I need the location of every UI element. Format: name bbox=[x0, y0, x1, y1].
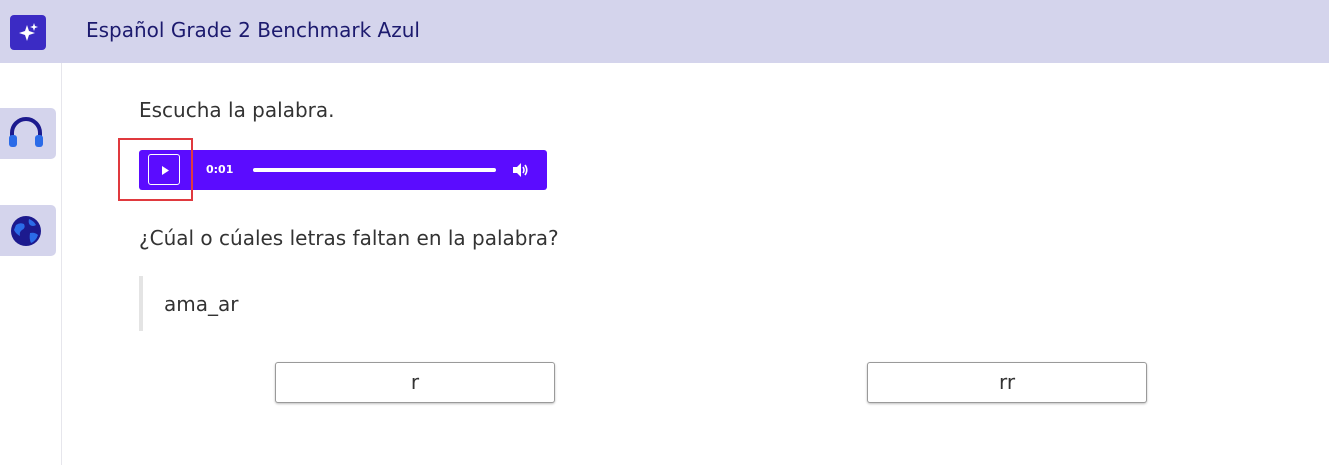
play-button-highlight bbox=[118, 138, 193, 201]
header-bar: Español Grade 2 Benchmark Azul bbox=[0, 0, 1329, 63]
audio-player: 0:01 bbox=[139, 150, 547, 190]
choice-button-r[interactable]: r bbox=[275, 362, 555, 403]
audio-progress-track[interactable] bbox=[253, 168, 496, 172]
headphones-icon bbox=[9, 117, 43, 147]
volume-icon bbox=[513, 163, 528, 177]
choice-button-rr[interactable]: rr bbox=[867, 362, 1147, 403]
question-prompt: ¿Cúal o cúales letras faltan en la palab… bbox=[139, 226, 559, 250]
sparkle-icon bbox=[10, 15, 46, 50]
audio-time: 0:01 bbox=[206, 163, 234, 176]
instruction-text: Escucha la palabra. bbox=[139, 98, 335, 122]
missing-letter-word: ama_ar bbox=[164, 292, 239, 316]
page-title: Español Grade 2 Benchmark Azul bbox=[86, 18, 420, 42]
word-blockquote-bar bbox=[139, 276, 143, 331]
sidebar-item-audio[interactable] bbox=[0, 108, 56, 159]
globe-icon bbox=[11, 216, 41, 246]
sidebar-divider bbox=[61, 63, 62, 465]
volume-button[interactable] bbox=[511, 162, 529, 178]
sidebar-item-language[interactable] bbox=[0, 205, 56, 256]
